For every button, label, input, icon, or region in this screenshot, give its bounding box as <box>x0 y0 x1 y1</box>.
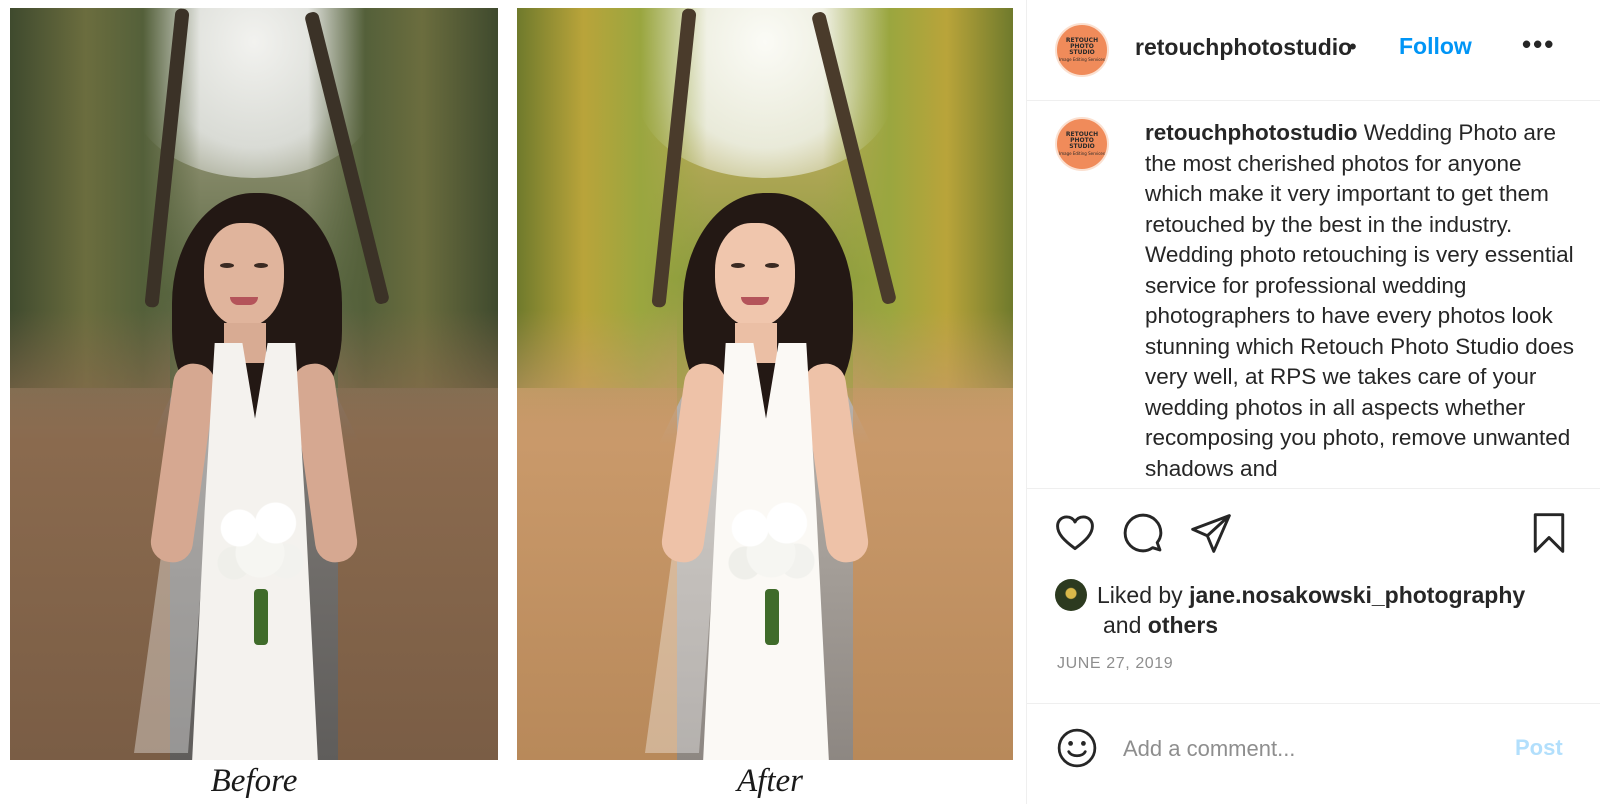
avatar-text-line: Image Editing Services <box>1059 56 1105 62</box>
liker-avatar[interactable] <box>1055 579 1087 611</box>
comment-icon[interactable] <box>1121 511 1165 555</box>
caption-comment: RETOUCH PHOTO STUDIO Image Editing Servi… <box>1027 101 1600 489</box>
liked-by-conjunction: and <box>1103 612 1142 638</box>
post-date[interactable]: JUNE 27, 2019 <box>1057 655 1173 673</box>
profile-avatar[interactable]: RETOUCH PHOTO STUDIO Image Editing Servi… <box>1055 23 1109 77</box>
liker-username[interactable]: jane.nosakowski_photography <box>1189 582 1525 608</box>
heart-icon[interactable] <box>1053 511 1097 555</box>
follow-button[interactable]: Follow <box>1399 33 1472 60</box>
post-panel: RETOUCH PHOTO STUDIO Image Editing Servi… <box>1027 0 1600 804</box>
avatar-text-line: STUDIO <box>1069 142 1095 150</box>
post-header: RETOUCH PHOTO STUDIO Image Editing Servi… <box>1027 0 1600 101</box>
after-photo <box>517 8 1013 760</box>
post-media[interactable]: Before After <box>0 0 1027 804</box>
bookmark-icon[interactable] <box>1527 511 1571 555</box>
more-options-icon[interactable]: ••• <box>1522 29 1555 60</box>
liked-by-others-line: and others <box>1103 612 1218 639</box>
caption-text: Wedding Photo are the most cherished pho… <box>1145 120 1575 481</box>
share-icon[interactable] <box>1189 511 1233 555</box>
caption-avatar[interactable]: RETOUCH PHOTO STUDIO Image Editing Servi… <box>1055 117 1109 171</box>
emoji-icon[interactable] <box>1055 726 1099 770</box>
separator-dot: • <box>1349 34 1357 59</box>
bride-figure <box>615 193 915 760</box>
likes-others-link[interactable]: others <box>1148 612 1218 638</box>
likes-summary: Liked by jane.nosakowski_photography and… <box>1027 575 1600 655</box>
avatar-text-line: STUDIO <box>1069 48 1095 56</box>
caption-username[interactable]: retouchphotostudio <box>1145 120 1357 145</box>
header-username[interactable]: retouchphotostudio <box>1135 34 1352 61</box>
comment-input[interactable] <box>1123 734 1473 764</box>
add-comment-bar: Post <box>1027 703 1600 804</box>
caption-body: retouchphotostudio Wedding Photo are the… <box>1145 118 1583 484</box>
before-photo <box>10 8 498 760</box>
before-label: Before <box>210 763 298 799</box>
bride-figure <box>104 193 404 760</box>
liked-by-prefix: Liked by <box>1097 582 1183 608</box>
post-button[interactable]: Post <box>1515 735 1563 761</box>
avatar-text-line: Image Editing Services <box>1059 150 1105 156</box>
action-bar <box>1027 489 1600 575</box>
after-label: After <box>737 763 803 799</box>
liked-by-line: Liked by jane.nosakowski_photography <box>1097 582 1525 609</box>
